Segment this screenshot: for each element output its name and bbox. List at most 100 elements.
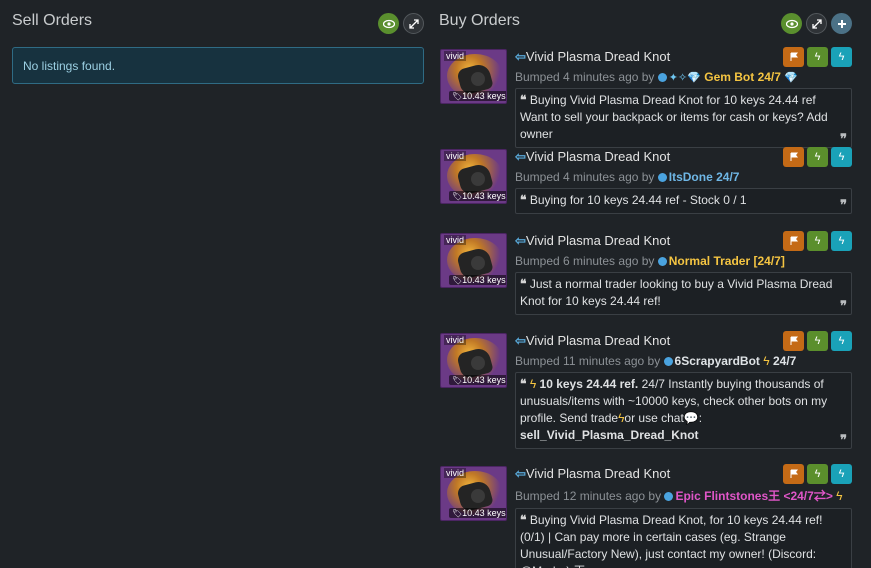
expand-icon [408,18,419,29]
item-quality: vivid [444,151,467,161]
item-quality: vivid [444,235,467,245]
status-dot [663,357,673,366]
flag-icon [790,469,798,478]
instant-trade-button[interactable]: ϟ [807,47,828,67]
sparkle-icon: ✦✧💎 [668,72,701,84]
listing-message: ❝ Buying Vivid Plasma Dread Knot for 10 … [515,88,852,148]
flag-button[interactable] [783,147,804,167]
bolt-icon: ϟ [838,235,845,247]
item-thumbnail[interactable]: vivid 🏷10.43 keys [440,333,507,388]
bolt-icon: ϟ [814,468,821,480]
item-price-badge: 🏷10.43 keys [449,508,506,518]
bolt-icon: ϟ [838,151,845,163]
quote-open-icon: ❝ [520,513,527,527]
quote-close-icon: ❞ [840,197,847,212]
listing-title[interactable]: ⇦Vivid Plasma Dread Knot [515,49,670,64]
bumped-info: Bumped 4 minutes ago by ✦✧💎 Gem Bot 24/7… [515,70,798,84]
price-tag-icon: 🏷 [452,509,463,518]
listing-message: ❝ Just a normal trader looking to buy a … [515,272,852,315]
status-dot [657,73,667,82]
offer-button[interactable]: ϟ [831,464,852,484]
flag-button[interactable] [783,231,804,251]
eye-icon [382,19,395,28]
flag-button[interactable] [783,47,804,67]
expand-button[interactable] [403,13,424,34]
user-link[interactable]: Epic Flintstones王 <24/7⇄> [675,489,832,503]
flag-icon [790,236,798,245]
price-tag-icon: 🏷 [452,92,463,101]
chat-bubble-icon: 💬 [683,411,699,425]
plus-icon [837,19,846,28]
listing-message: ❝ ϟ 10 keys 24.44 ref. 24/7 Instantly bu… [515,372,852,449]
status-dot [664,492,674,501]
toggle-visibility-button[interactable] [781,13,802,34]
expand-icon [811,18,822,29]
offer-button[interactable]: ϟ [831,147,852,167]
bumped-info: Bumped 6 minutes ago by Normal Trader [2… [515,254,785,268]
flag-icon [790,152,798,161]
instant-trade-button[interactable]: ϟ [807,464,828,484]
bolt-icon: ϟ [838,335,845,347]
user-link[interactable]: 6ScrapyardBot [675,354,760,368]
lightning-icon: ϟ [763,354,770,368]
item-price-badge: 🏷10.43 keys [449,91,506,101]
buy-orders-controls [781,13,852,34]
bolt-icon: ϟ [838,468,845,480]
status-dot [657,173,667,182]
no-listings-alert: No listings found. [12,47,424,84]
lightning-icon: ϟ [529,377,537,391]
user-link[interactable]: ItsDone 24/7 [669,170,740,184]
sell-orders-controls [378,13,424,34]
eye-icon [785,19,798,28]
add-buy-order-button[interactable] [831,13,852,34]
item-quality: vivid [444,335,467,345]
bumped-info: Bumped 11 minutes ago by 6ScrapyardBot ϟ… [515,354,797,368]
item-quality: vivid [444,468,467,478]
user-link[interactable]: Normal Trader [24/7] [669,254,785,268]
price-tag-icon: 🏷 [452,276,463,285]
offer-button[interactable]: ϟ [831,231,852,251]
arrow-left-icon: ⇦ [515,49,526,64]
quote-open-icon: ❝ [520,93,527,107]
arrow-left-icon: ⇦ [515,149,526,164]
expand-button[interactable] [806,13,827,34]
bot-command: sell_Vivid_Plasma_Dread_Knot [520,428,699,442]
offer-button[interactable]: ϟ [831,47,852,67]
listing-title[interactable]: ⇦Vivid Plasma Dread Knot [515,149,670,164]
bolt-icon: ϟ [814,51,821,63]
item-thumbnail[interactable]: vivid 🏷10.43 keys [440,49,507,104]
status-dot [657,257,667,266]
toggle-visibility-button[interactable] [378,13,399,34]
bumped-info: Bumped 4 minutes ago by ItsDone 24/7 [515,170,740,184]
flag-icon [790,336,798,345]
instant-trade-button[interactable]: ϟ [807,331,828,351]
gem-icon: 💎 [784,72,798,84]
item-thumbnail[interactable]: vivid 🏷10.43 keys [440,149,507,204]
item-thumbnail[interactable]: vivid 🏷10.43 keys [440,233,507,288]
flag-icon [790,52,798,61]
bumped-info: Bumped 12 minutes ago by Epic Flintstone… [515,489,843,503]
listing-title[interactable]: ⇦Vivid Plasma Dread Knot [515,333,670,348]
lightning-icon: ϟ [836,489,843,503]
arrow-left-icon: ⇦ [515,466,526,481]
item-quality: vivid [444,51,467,61]
item-thumbnail[interactable]: vivid 🏷10.43 keys [440,466,507,521]
listing-title[interactable]: ⇦Vivid Plasma Dread Knot [515,233,670,248]
bolt-icon: ϟ [814,151,821,163]
user-link[interactable]: Gem Bot 24/7 [704,70,781,84]
quote-open-icon: ❝ [520,193,527,207]
price-tag-icon: 🏷 [452,376,463,385]
listing-message: ❝ Buying for 10 keys 24.44 ref - Stock 0… [515,188,852,214]
offer-button[interactable]: ϟ [831,331,852,351]
flag-button[interactable] [783,331,804,351]
item-price-badge: 🏷10.43 keys [449,375,506,385]
instant-trade-button[interactable]: ϟ [807,147,828,167]
buy-orders-title: Buy Orders [439,12,520,29]
sell-orders-title: Sell Orders [12,12,93,29]
listing-title[interactable]: ⇦Vivid Plasma Dread Knot [515,466,670,481]
flag-button[interactable] [783,464,804,484]
arrow-left-icon: ⇦ [515,233,526,248]
quote-close-icon: ❞ [840,298,847,313]
instant-trade-button[interactable]: ϟ [807,231,828,251]
bolt-icon: ϟ [814,235,821,247]
